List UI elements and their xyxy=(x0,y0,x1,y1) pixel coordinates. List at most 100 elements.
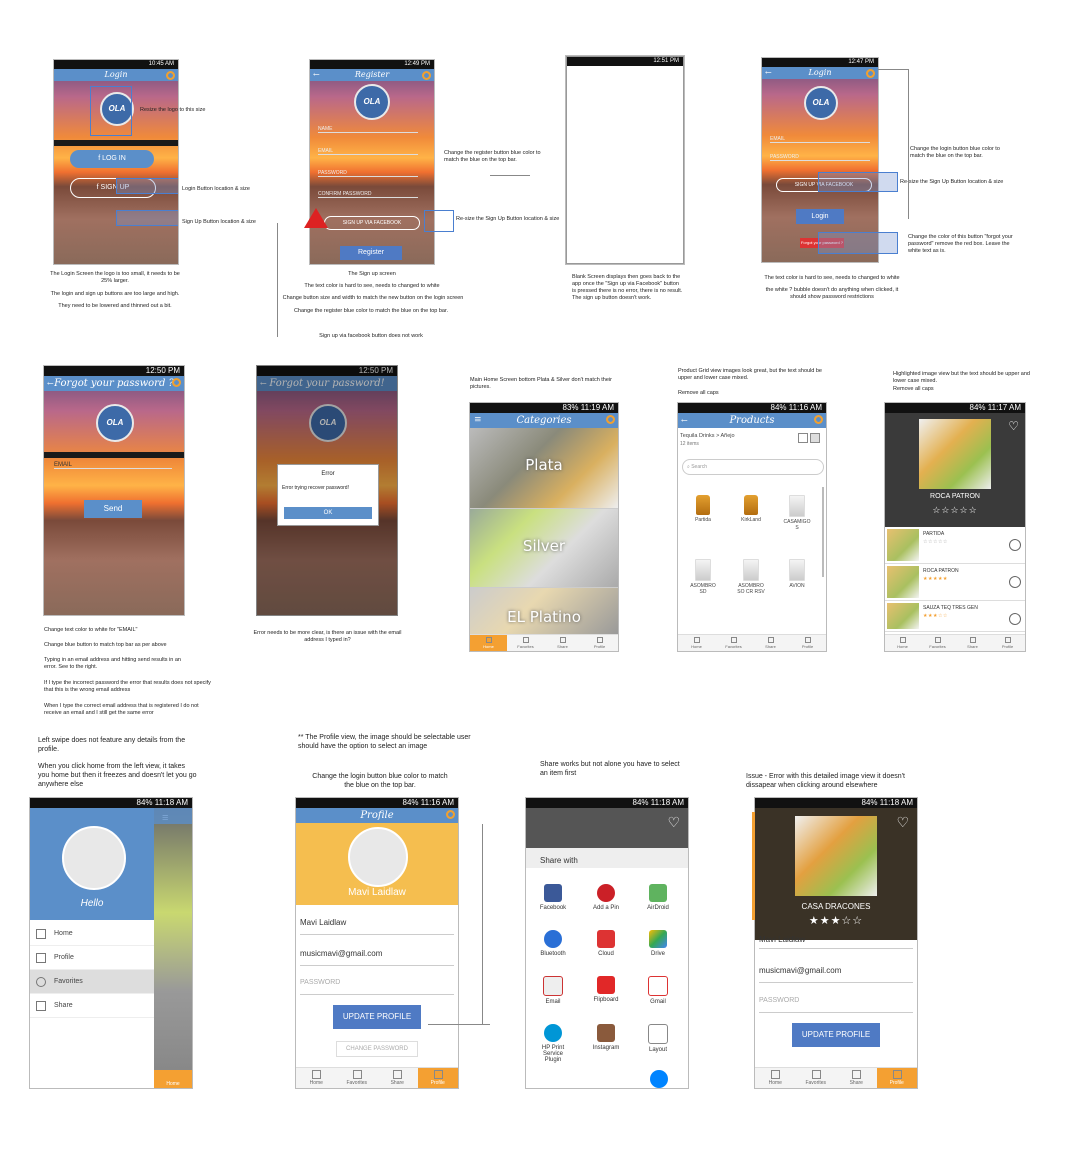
list-item[interactable]: ROCA PATRON ★★★★★ xyxy=(885,564,1025,601)
name-field[interactable]: NAME xyxy=(318,126,418,133)
sidebar-item-home[interactable]: Home xyxy=(30,922,154,946)
name-field[interactable]: Mavi Laidlaw xyxy=(759,932,913,949)
avatar-icon[interactable] xyxy=(422,71,431,80)
heart-icon[interactable] xyxy=(1009,539,1021,551)
login-button[interactable]: f LOG IN xyxy=(70,150,154,168)
nav-profile[interactable]: Profile xyxy=(990,635,1025,651)
share-bluetooth[interactable]: Bluetooth xyxy=(535,930,571,957)
send-button[interactable]: Send xyxy=(84,500,142,518)
nav-home[interactable]: Home xyxy=(470,635,507,651)
list-item[interactable]: PARTIDA ☆☆☆☆☆ xyxy=(885,527,1025,564)
avatar[interactable] xyxy=(348,827,408,887)
feature-stars[interactable]: ☆☆☆☆☆ xyxy=(885,505,1025,516)
password-field[interactable]: PASSWORD xyxy=(300,972,454,995)
nav-share[interactable]: Share xyxy=(836,1068,877,1088)
nav-home[interactable]: Home xyxy=(755,1068,796,1088)
sidebar-item-profile[interactable]: Profile xyxy=(30,946,154,970)
avatar-icon[interactable] xyxy=(606,415,615,424)
category-plata[interactable]: Plata xyxy=(470,428,618,508)
avatar-icon[interactable] xyxy=(446,810,455,819)
home-tab[interactable]: Home xyxy=(154,1070,192,1088)
back-arrow-icon[interactable]: ← xyxy=(681,413,688,428)
heart-icon[interactable] xyxy=(1009,613,1021,625)
category-el-platino[interactable]: EL Platino xyxy=(470,588,618,635)
sidebar-item-favorites[interactable]: Favorites xyxy=(30,970,154,994)
nav-favorites[interactable]: Favorites xyxy=(337,1068,378,1088)
share-pinterest[interactable]: Add a Pin xyxy=(588,884,624,911)
email-field[interactable]: EMAIL xyxy=(770,136,870,143)
list-item[interactable]: SAUZA TEQ TRES GEN ★★★☆☆ xyxy=(885,601,1025,632)
nav-home[interactable]: Home xyxy=(885,635,920,651)
product-casamigos[interactable]: CASAMIGO S xyxy=(782,495,812,531)
nav-profile[interactable]: Profile xyxy=(581,635,618,651)
share-hp-print[interactable]: HP Print Service Plugin xyxy=(535,1024,571,1063)
nav-share[interactable]: Share xyxy=(955,635,990,651)
back-arrow-icon[interactable]: ← xyxy=(47,376,54,391)
nav-share[interactable]: Share xyxy=(544,635,581,651)
nav-share[interactable]: Share xyxy=(377,1068,418,1088)
nav-profile[interactable]: Profile xyxy=(789,635,826,651)
share-flipboard[interactable]: Flipboard xyxy=(588,976,624,1003)
email-field[interactable]: musicmavi@gmail.com xyxy=(759,960,913,983)
breadcrumb[interactable]: Tequila Drinks > Añejo xyxy=(680,433,735,439)
share-drive[interactable]: Drive xyxy=(640,930,676,957)
grid-view-icon[interactable] xyxy=(798,433,808,443)
category-silver[interactable]: Silver xyxy=(470,509,618,587)
nav-favorites[interactable]: Favorites xyxy=(507,635,544,651)
nav-profile[interactable]: Profile xyxy=(876,1068,917,1088)
back-arrow-icon[interactable]: ← xyxy=(313,69,320,81)
list-view-icon[interactable] xyxy=(810,433,820,443)
password-field[interactable]: PASSWORD xyxy=(318,170,418,177)
search-input[interactable]: ⌕ Search xyxy=(682,459,824,475)
heart-icon[interactable] xyxy=(1009,576,1021,588)
share-facebook[interactable]: Facebook xyxy=(535,884,571,911)
menu-icon[interactable]: ≡ xyxy=(474,413,482,428)
share-email[interactable]: Email xyxy=(535,976,571,1005)
update-profile-button[interactable]: UPDATE PROFILE xyxy=(333,1005,421,1029)
share-cloud[interactable]: Cloud xyxy=(588,930,624,957)
email-field[interactable]: EMAIL xyxy=(318,148,418,155)
avatar-icon[interactable] xyxy=(866,69,875,78)
register-button[interactable]: Register xyxy=(340,246,402,260)
change-password-button[interactable]: CHANGE PASSWORD xyxy=(336,1041,418,1057)
heart-icon[interactable]: ♡ xyxy=(896,814,909,831)
product-asombro-sd[interactable]: ASOMBRO SD xyxy=(688,559,718,595)
nav-home[interactable]: Home xyxy=(296,1068,337,1088)
avatar[interactable] xyxy=(62,826,126,890)
nav-share[interactable]: Share xyxy=(752,635,789,651)
password-field[interactable]: PASSWORD xyxy=(770,154,870,161)
confirm-password-field[interactable]: CONFIRM PASSWORD xyxy=(318,191,418,198)
messenger-icon[interactable] xyxy=(650,1070,668,1088)
nav-profile[interactable]: Profile xyxy=(417,1068,458,1088)
avatar-icon[interactable] xyxy=(172,378,181,387)
product-partida[interactable]: Partida xyxy=(688,495,718,523)
back-arrow-icon[interactable]: ← xyxy=(260,376,267,391)
password-field[interactable]: PASSWORD xyxy=(759,990,913,1013)
name-field[interactable]: Mavi Laidlaw xyxy=(300,912,454,935)
email-field[interactable]: EMAIL xyxy=(54,462,172,469)
detail-stars[interactable]: ★★★☆☆ xyxy=(755,914,917,927)
nav-favorites[interactable]: Favorites xyxy=(920,635,955,651)
share-instagram[interactable]: Instagram xyxy=(588,1024,624,1051)
avatar-icon[interactable] xyxy=(166,71,175,80)
back-arrow-icon[interactable]: ← xyxy=(765,67,772,79)
ok-button[interactable]: OK xyxy=(284,507,372,519)
heart-icon[interactable]: ♡ xyxy=(667,814,680,831)
sidebar-item-share[interactable]: Share xyxy=(30,994,154,1018)
login-button[interactable]: Login xyxy=(796,209,844,224)
avatar-icon[interactable] xyxy=(814,415,823,424)
product-kirkland[interactable]: KirkLand xyxy=(736,495,766,523)
update-profile-button[interactable]: UPDATE PROFILE xyxy=(792,1023,880,1047)
product-asombro-rsv[interactable]: ASOMBRO SO CR RSV xyxy=(736,559,766,595)
nav-favorites[interactable]: Favorites xyxy=(796,1068,837,1088)
nav-favorites[interactable]: Favorites xyxy=(715,635,752,651)
share-gmail[interactable]: Gmail xyxy=(640,976,676,1005)
heart-icon[interactable]: ♡ xyxy=(1008,419,1019,433)
nav-home[interactable]: Home xyxy=(678,635,715,651)
facebook-signup-button[interactable]: SIGN UP VIA FACEBOOK xyxy=(324,216,420,230)
share-airdroid[interactable]: AirDroid xyxy=(640,884,676,911)
email-field[interactable]: musicmavi@gmail.com xyxy=(300,943,454,966)
scrollbar[interactable] xyxy=(822,487,824,577)
share-layout[interactable]: Layout xyxy=(640,1024,676,1053)
product-avion[interactable]: AVION xyxy=(782,559,812,589)
